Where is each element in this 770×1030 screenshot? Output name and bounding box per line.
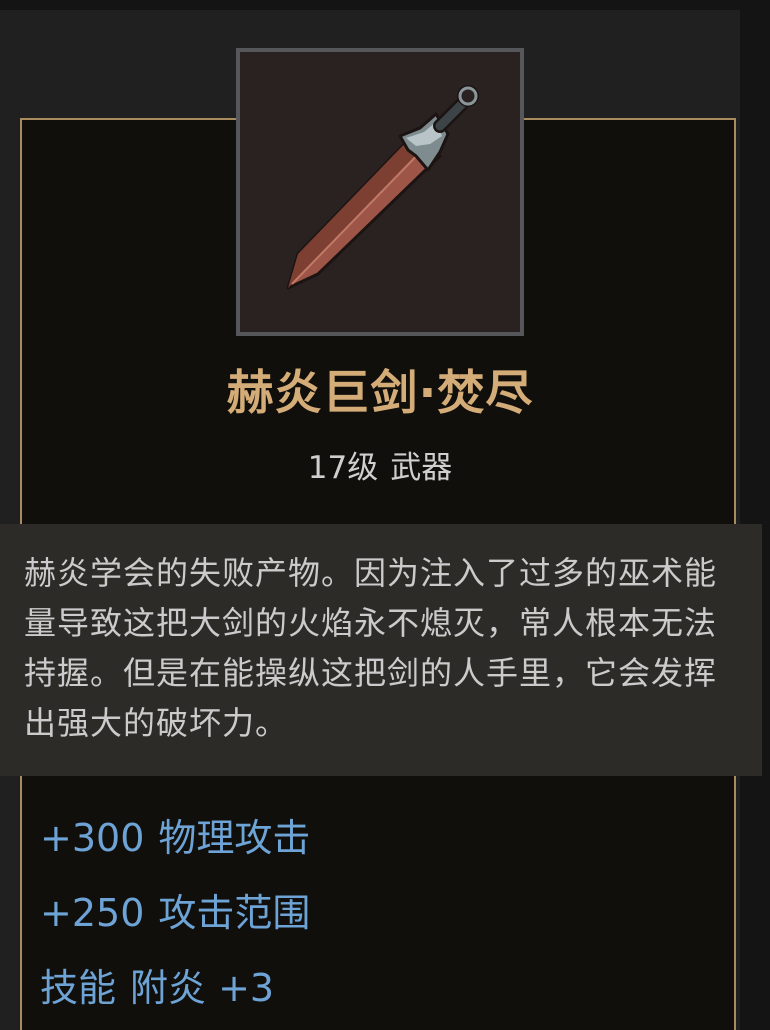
stat-list: +300 物理攻击 +250 攻击范围 技能 附炎 +3 [40,808,310,1030]
item-category: 武器 [390,450,453,486]
stat-row: 技能 附炎 +3 [40,958,310,1030]
item-description: 赫炎学会的失败产物。因为注入了过多的巫术能量导致这把大剑的火焰永不熄灭，常人根本… [24,554,718,742]
item-icon-frame [236,48,524,336]
stat-label: 附炎 +3 [130,966,275,1010]
stat-label: 物理攻击 [158,816,311,860]
stat-row: +300 物理攻击 [40,808,310,883]
stat-label: 攻击范围 [158,891,311,935]
stat-value: +300 [40,816,145,860]
item-meta: 17级 武器 [0,442,760,487]
stat-row: +250 攻击范围 [40,883,310,958]
stat-value: 技能 [40,966,117,1010]
item-detail-screen: 赫炎巨剑·焚尽 17级 武器 赫炎学会的失败产物。因为注入了过多的巫术能量导致这把… [0,0,770,1030]
description-tooltip: 赫炎学会的失败产物。因为注入了过多的巫术能量导致这把大剑的火焰永不熄灭，常人根本… [0,524,762,776]
item-level: 17级 [307,450,379,486]
item-name: 赫炎巨剑·焚尽 [226,366,534,421]
stat-value: +250 [40,891,145,935]
greatsword-icon [286,85,479,290]
